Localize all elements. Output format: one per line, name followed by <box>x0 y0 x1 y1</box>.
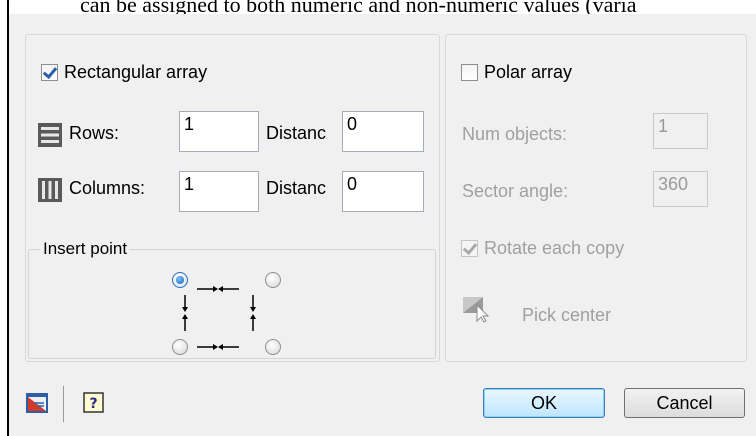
num-objects-input[interactable]: 1 <box>653 113 708 149</box>
rectangular-array-label: Rectangular array <box>64 62 208 82</box>
pick-center-icon[interactable] <box>461 293 495 323</box>
columns-label: Columns: <box>69 178 146 198</box>
rotate-each-copy-checkbox[interactable] <box>461 240 478 257</box>
sector-angle-label: Sector angle: <box>462 181 569 201</box>
rectangular-array-checkbox[interactable] <box>41 64 58 81</box>
polar-array-checkbox[interactable] <box>461 64 478 81</box>
svg-text:?: ? <box>89 396 97 412</box>
pick-center-label[interactable]: Pick center <box>522 305 611 326</box>
polar-array-group: Polar array Num objects: 1 Sector angle:… <box>445 34 747 362</box>
column-distance-input[interactable]: 0 <box>342 171 424 212</box>
insert-point-top-right-radio[interactable] <box>265 272 281 288</box>
toolbar-separator <box>63 386 64 422</box>
insert-point-arrows-icon <box>182 286 256 331</box>
row-distance-input[interactable]: 0 <box>342 111 424 152</box>
array-dialog: Rectangular array Rows: 1 Distanc 0 Colu… <box>9 14 756 436</box>
column-distance-label: Distanc <box>266 178 327 198</box>
insert-point-label: Insert point <box>40 239 131 259</box>
ok-button[interactable]: OK <box>483 388 605 418</box>
preview-icon[interactable] <box>25 391 51 417</box>
insert-point-bottom-arrows-icon <box>197 344 239 350</box>
rows-label: Rows: <box>69 123 120 143</box>
insert-point-bottom-right-radio[interactable] <box>265 339 281 355</box>
help-icon[interactable]: ? <box>81 390 107 416</box>
rotate-each-copy-label: Rotate each copy <box>484 238 625 258</box>
polar-array-label: Polar array <box>484 62 573 82</box>
rows-input[interactable]: 1 <box>179 111 259 152</box>
rows-icon <box>38 123 62 147</box>
num-objects-label: Num objects: <box>462 124 568 144</box>
row-distance-label: Distanc <box>266 123 327 143</box>
columns-input[interactable]: 1 <box>179 171 259 212</box>
cancel-button[interactable]: Cancel <box>624 388 745 418</box>
sector-angle-input[interactable]: 360 <box>653 171 708 207</box>
rectangular-array-group: Rectangular array Rows: 1 Distanc 0 Colu… <box>25 34 440 362</box>
columns-icon <box>38 178 62 202</box>
